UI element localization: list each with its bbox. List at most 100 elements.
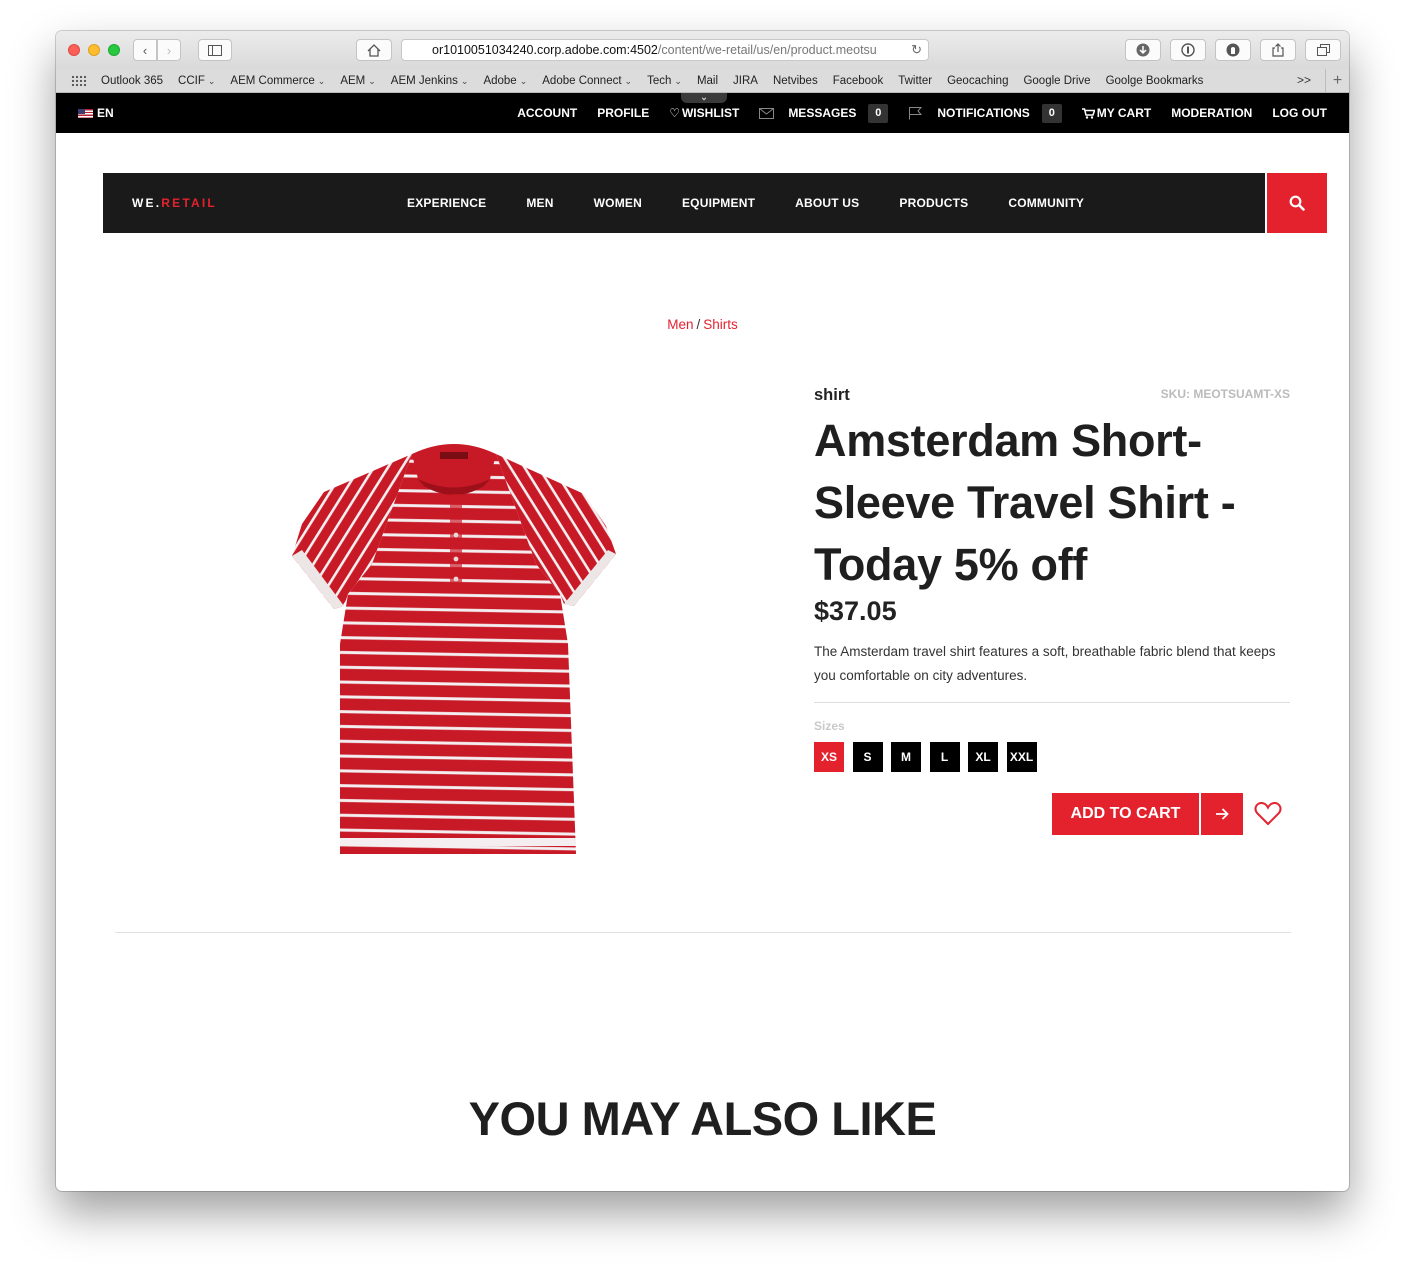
- utility-nav: ACCOUNT PROFILE ♡ WISHLIST MESSAGES 0 NO…: [497, 93, 1327, 133]
- home-button[interactable]: [356, 39, 392, 61]
- bookmark-geocaching[interactable]: Geocaching: [947, 75, 1008, 87]
- account-link[interactable]: ACCOUNT: [517, 106, 577, 120]
- wishlist-link[interactable]: ♡ WISHLIST: [669, 106, 739, 120]
- chevron-down-icon: ⌄: [519, 75, 528, 86]
- add-to-cart-arrow-button[interactable]: [1201, 793, 1243, 835]
- product-image: [292, 444, 616, 854]
- bookmark-aem[interactable]: AEM ⌄: [340, 75, 375, 87]
- chevron-right-icon: ›: [166, 42, 172, 58]
- nav-item-about-us[interactable]: ABOUT US: [795, 196, 859, 210]
- size-option-xxl[interactable]: XXL: [1006, 742, 1037, 772]
- address-bar[interactable]: or1010051034240.corp.adobe.com:4502/cont…: [401, 39, 929, 61]
- add-to-cart-button[interactable]: ADD TO CART: [1052, 793, 1199, 835]
- bookmark-google-drive[interactable]: Google Drive: [1023, 75, 1090, 87]
- bookmark-google-bookmarks[interactable]: Goolge Bookmarks: [1106, 75, 1204, 87]
- bookmark-label: Adobe: [483, 74, 517, 87]
- bookmark-facebook[interactable]: Facebook: [833, 75, 884, 87]
- minimize-window-button[interactable]: [88, 44, 100, 56]
- product-price: $37.05: [814, 596, 897, 626]
- add-to-wishlist-heart-icon[interactable]: [1254, 801, 1282, 827]
- logout-link[interactable]: LOG OUT: [1272, 106, 1327, 120]
- bookmark-aem-jenkins[interactable]: AEM Jenkins ⌄: [391, 75, 469, 87]
- close-window-button[interactable]: [68, 44, 80, 56]
- flag-icon: [909, 106, 923, 119]
- heart-icon: ♡: [669, 106, 680, 120]
- bookmark-label: Adobe Connect: [542, 74, 622, 87]
- share-icon: [1272, 43, 1284, 57]
- nav-item-men[interactable]: MEN: [526, 196, 553, 210]
- bookmark-twitter[interactable]: Twitter: [898, 75, 932, 87]
- bookmark-aem-commerce[interactable]: AEM Commerce ⌄: [230, 75, 325, 87]
- bookmark-adobe[interactable]: Adobe ⌄: [483, 75, 527, 87]
- size-option-xs[interactable]: XS: [814, 742, 844, 772]
- breadcrumb-shirts[interactable]: Shirts: [703, 317, 738, 332]
- bookmarks-overflow-button[interactable]: >>: [1297, 73, 1311, 87]
- site-logo[interactable]: WE.RETAIL: [132, 196, 217, 210]
- zoom-window-button[interactable]: [108, 44, 120, 56]
- new-tab-plus-icon[interactable]: +: [1325, 69, 1349, 92]
- browser-toolbar: ‹ › or1010051034240.corp.adobe.com:4502/…: [56, 31, 1349, 69]
- reload-icon[interactable]: ↻: [911, 42, 922, 58]
- utility-bar: ⌄ EN ACCOUNT PROFILE ♡ WISHLIST MESSAGES…: [56, 93, 1349, 133]
- nav-item-experience[interactable]: EXPERIENCE: [407, 196, 486, 210]
- chevron-down-icon: ⌄: [674, 75, 682, 86]
- back-button[interactable]: ‹: [133, 39, 157, 61]
- nav-item-community[interactable]: COMMUNITY: [1008, 196, 1084, 210]
- breadcrumb: Men / Shirts: [56, 317, 1349, 332]
- home-icon: [367, 43, 381, 57]
- divider: [814, 702, 1290, 703]
- bookmark-label: Netvibes: [772, 74, 818, 87]
- forward-button[interactable]: ›: [157, 39, 181, 61]
- extension-button[interactable]: [1215, 39, 1251, 61]
- profile-link[interactable]: PROFILE: [597, 106, 649, 120]
- bookmark-label: Tech: [647, 74, 672, 87]
- sidebar-icon: [208, 44, 222, 56]
- bookmark-tech[interactable]: Tech ⌄: [647, 75, 682, 87]
- search-button[interactable]: [1267, 173, 1327, 233]
- password-manager-button[interactable]: [1170, 39, 1206, 61]
- cart-label: MY CART: [1096, 106, 1152, 120]
- main-navigation: WE.RETAIL EXPERIENCE MEN WOMEN EQUIPMENT…: [103, 173, 1265, 233]
- bookmark-label: Geocaching: [947, 74, 1009, 87]
- size-option-xl[interactable]: XL: [968, 742, 998, 772]
- tabs-overview-button[interactable]: [1305, 39, 1341, 61]
- browser-window: ‹ › or1010051034240.corp.adobe.com:4502/…: [56, 31, 1349, 1191]
- bookmark-mail[interactable]: Mail: [697, 75, 718, 87]
- bookmark-adobe-connect[interactable]: Adobe Connect ⌄: [542, 75, 632, 87]
- nav-item-products[interactable]: PRODUCTS: [899, 196, 968, 210]
- logo-prefix: WE.: [132, 196, 162, 210]
- nav-item-equipment[interactable]: EQUIPMENT: [682, 196, 755, 210]
- bookmark-jira[interactable]: JIRA: [733, 75, 758, 87]
- notifications-link[interactable]: NOTIFICATIONS 0: [908, 103, 1062, 123]
- size-selector: XS S M L XL XXL: [814, 742, 1045, 772]
- bookmark-label: Outlook 365: [101, 74, 164, 87]
- cart-link[interactable]: MY CART: [1081, 106, 1152, 120]
- nav-menu: EXPERIENCE MEN WOMEN EQUIPMENT ABOUT US …: [387, 173, 1104, 233]
- share-button[interactable]: [1260, 39, 1296, 61]
- product-sku: SKU: MEOTSUAMT-XS: [1160, 387, 1290, 401]
- bookmark-netvibes[interactable]: Netvibes: [773, 75, 818, 87]
- us-flag-icon: [78, 108, 93, 118]
- moderation-link[interactable]: MODERATION: [1171, 106, 1252, 120]
- profile-label: PROFILE: [597, 106, 650, 120]
- wishlist-label: WISHLIST: [681, 106, 740, 120]
- breadcrumb-men[interactable]: Men: [667, 317, 693, 332]
- downloads-button[interactable]: [1125, 39, 1161, 61]
- sidebar-toggle-button[interactable]: [198, 39, 232, 61]
- tabs-icon: [1316, 43, 1330, 56]
- bookmark-ccif[interactable]: CCIF ⌄: [178, 75, 215, 87]
- nav-item-women[interactable]: WOMEN: [594, 196, 642, 210]
- arrow-right-icon: [1216, 808, 1229, 820]
- messages-count-badge: 0: [868, 103, 889, 123]
- bookmark-label: Goolge Bookmarks: [1105, 74, 1204, 87]
- size-option-l[interactable]: L: [929, 742, 960, 772]
- size-option-s[interactable]: S: [852, 742, 883, 772]
- chevron-down-icon: ⌄: [368, 75, 376, 86]
- breadcrumb-separator: /: [696, 317, 701, 332]
- bookmark-outlook-365[interactable]: Outlook 365: [101, 75, 163, 87]
- notifications-label: NOTIFICATIONS: [937, 106, 1030, 120]
- apps-grid-icon[interactable]: [71, 74, 87, 87]
- size-option-m[interactable]: M: [891, 742, 921, 772]
- language-selector[interactable]: EN: [78, 106, 114, 120]
- messages-link[interactable]: MESSAGES 0: [759, 103, 889, 123]
